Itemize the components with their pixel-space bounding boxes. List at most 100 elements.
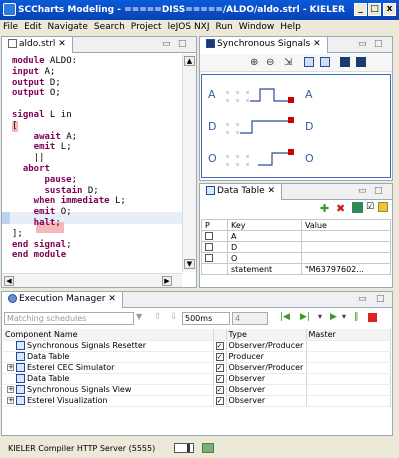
code-line[interactable]: end module — [12, 250, 180, 261]
menu-run[interactable]: Run — [213, 20, 236, 34]
maximize-button[interactable]: □ — [368, 3, 381, 16]
table-row[interactable]: + Esterel Visualization ✓ Observer — [3, 395, 391, 407]
column-header[interactable]: Key — [227, 219, 302, 231]
code-line[interactable]: await A; — [12, 132, 180, 143]
column-header[interactable]: Value — [301, 219, 391, 231]
menu-navigate[interactable]: Navigate — [45, 20, 91, 34]
master-cell[interactable] — [306, 340, 391, 352]
master-cell[interactable] — [306, 373, 391, 385]
code-line[interactable]: output O; — [12, 88, 180, 99]
horizontal-scrollbar[interactable]: ◀ ▶ — [2, 273, 182, 287]
menu-window[interactable]: Window — [236, 20, 278, 34]
enabled-checkbox[interactable]: ✓ — [215, 385, 224, 394]
server-status-icon[interactable] — [202, 443, 214, 453]
signals-canvas[interactable]: A D O A D O — [201, 74, 391, 178]
editor-tab[interactable]: aldo.strl ✕ — [2, 37, 73, 53]
zoom-in-icon[interactable]: ⊕ — [250, 57, 258, 68]
minimize-button[interactable]: _ — [354, 3, 367, 16]
table-row[interactable]: + Esterel CEC Simulator ✓ Observer/Producer — [3, 362, 391, 374]
move-up-icon[interactable]: ⇧ — [154, 312, 162, 322]
code-line[interactable]: abort — [12, 164, 180, 175]
export-icon[interactable]: ⇲ — [284, 57, 292, 68]
enabled-checkbox[interactable]: ✓ — [215, 352, 224, 361]
code-line[interactable]: emit L; — [12, 142, 180, 153]
expand-icon[interactable]: + — [7, 386, 14, 393]
close-tab-icon[interactable]: ✕ — [108, 294, 116, 304]
lock-icon[interactable] — [378, 202, 388, 212]
column-header[interactable]: Type — [226, 329, 307, 341]
value-cell[interactable]: "M63797602... — [301, 263, 391, 275]
pause-icon[interactable]: ‖ — [354, 312, 359, 322]
master-cell[interactable] — [306, 395, 391, 407]
close-tab-icon[interactable]: ✕ — [268, 186, 276, 196]
minimize-icon[interactable]: ▭ — [358, 294, 367, 304]
maximize-icon[interactable]: □ — [376, 294, 385, 304]
close-button[interactable]: x — [383, 3, 396, 16]
exec-tab[interactable]: Execution Manager ✕ — [2, 292, 123, 308]
code-line[interactable]: || — [12, 153, 180, 164]
maximize-icon[interactable]: □ — [374, 39, 383, 49]
schedule-selector[interactable]: Matching schedules — [4, 312, 134, 325]
signals-tab[interactable]: Synchronous Signals ✕ — [200, 37, 328, 53]
code-line[interactable]: [ — [12, 121, 180, 132]
menu-edit[interactable]: Edit — [21, 20, 44, 34]
maximize-icon[interactable]: □ — [374, 186, 383, 196]
enabled-checkbox[interactable]: ✓ — [215, 374, 224, 383]
menu-project[interactable]: Project — [128, 20, 165, 34]
code-line[interactable]: end signal; — [12, 240, 180, 251]
schedule-dropdown-icon[interactable]: ▼ — [136, 312, 142, 321]
table-row[interactable]: O — [201, 252, 391, 264]
code-line[interactable]: module ALDO: — [12, 56, 180, 67]
minimize-icon[interactable]: ▭ — [358, 39, 367, 49]
step-back-icon[interactable]: |◀ — [280, 312, 290, 322]
code-line[interactable]: when immediate L; — [12, 196, 180, 207]
expand-icon[interactable]: + — [7, 397, 14, 404]
zoom-out-icon[interactable]: ⊖ — [266, 57, 274, 68]
value-cell[interactable] — [301, 230, 391, 242]
sync-icon[interactable] — [352, 202, 363, 213]
step-dropdown-icon[interactable]: ▾ — [318, 312, 322, 321]
code-line[interactable]: input A; — [12, 67, 180, 78]
step-count-input[interactable]: 4 — [232, 312, 268, 325]
minimize-icon[interactable]: ▭ — [358, 186, 367, 196]
master-cell[interactable] — [306, 384, 391, 396]
expand-icon[interactable]: + — [7, 364, 14, 371]
code-line[interactable]: pause; — [12, 175, 180, 186]
code-line[interactable]: signal L in — [12, 110, 180, 121]
present-checkbox[interactable] — [205, 232, 213, 240]
data-table-tab[interactable]: Data Table ✕ — [200, 184, 283, 200]
remove-icon[interactable]: ✖ — [336, 202, 345, 215]
minimize-icon[interactable]: ▭ — [162, 39, 171, 49]
table-row[interactable]: A — [201, 230, 391, 242]
table-row[interactable]: statement "M63797602... — [201, 263, 391, 275]
table-row[interactable]: Data Table ✓ Producer — [3, 351, 391, 363]
menu-search[interactable]: Search — [91, 20, 128, 34]
enabled-checkbox[interactable]: ✓ — [215, 341, 224, 350]
value-cell[interactable] — [301, 252, 391, 264]
menu-help[interactable]: Help — [277, 20, 304, 34]
enabled-checkbox[interactable]: ✓ — [215, 396, 224, 405]
save-as-icon[interactable] — [320, 57, 330, 67]
step-time-input[interactable]: 500ms — [182, 312, 230, 325]
code-line[interactable] — [12, 99, 180, 110]
checkbox-icon[interactable]: ☑ — [366, 202, 374, 212]
layout-icon[interactable] — [340, 57, 350, 67]
table-row[interactable]: + Synchronous Signals View ✓ Observer — [3, 384, 391, 396]
column-header[interactable]: Master — [306, 329, 391, 341]
code-area[interactable]: module ALDO: input A; output D; output O; si… — [12, 56, 180, 271]
code-line[interactable]: emit O; — [12, 207, 180, 218]
column-header[interactable]: P — [201, 219, 228, 231]
code-line[interactable]: ]; — [12, 229, 180, 240]
table-row[interactable]: Data Table ✓ Observer — [3, 373, 391, 385]
master-cell[interactable] — [306, 351, 391, 363]
maximize-icon[interactable]: □ — [178, 39, 187, 49]
step-forward-icon[interactable]: ▶| — [300, 312, 310, 322]
save-icon[interactable] — [304, 57, 314, 67]
move-down-icon[interactable]: ⇩ — [170, 312, 178, 322]
configure-icon[interactable] — [356, 57, 366, 67]
menu-file[interactable]: File — [0, 20, 21, 34]
code-line[interactable]: sustain D; — [12, 186, 180, 197]
close-tab-icon[interactable]: ✕ — [58, 39, 66, 49]
present-checkbox[interactable] — [205, 254, 213, 262]
add-icon[interactable]: ✚ — [320, 202, 329, 215]
